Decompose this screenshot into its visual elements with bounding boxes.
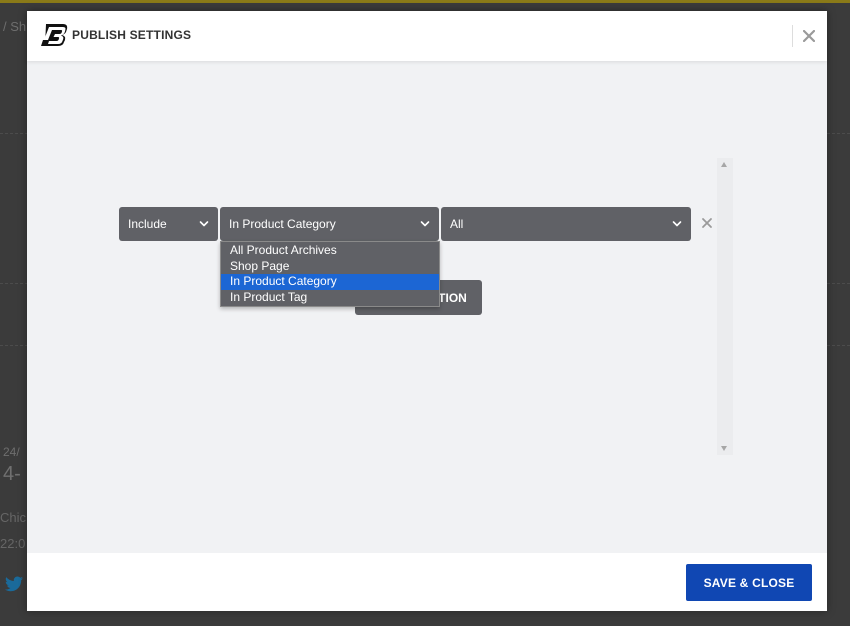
background-breadcrumb: / Sh (3, 19, 27, 34)
condition-type-dropdown: All Product Archives Shop Page In Produc… (220, 241, 440, 307)
modal-body: Include In Product Category All ADD COND… (27, 61, 827, 553)
close-button[interactable] (796, 23, 822, 49)
background-title: 4- (3, 463, 21, 485)
b-logo-icon (41, 24, 68, 46)
dropdown-option[interactable]: In Product Tag (221, 290, 439, 306)
modal-header: PUBLISH SETTINGS (27, 11, 827, 61)
dropdown-option-selected[interactable]: In Product Category (221, 274, 439, 290)
condition-type-select[interactable]: In Product Category (220, 207, 439, 241)
dropdown-option[interactable]: Shop Page (221, 259, 439, 275)
scroll-down-arrow-icon[interactable] (721, 446, 727, 451)
publish-settings-modal: PUBLISH SETTINGS Include In Product Cate… (27, 11, 827, 611)
header-divider (792, 25, 793, 47)
chevron-down-icon (199, 221, 209, 227)
scrollbar[interactable] (717, 158, 733, 455)
modal-footer: SAVE & CLOSE (27, 553, 827, 611)
remove-condition-icon[interactable] (701, 217, 713, 229)
background-snippet: 22:0 (0, 536, 26, 551)
twitter-icon (5, 576, 23, 592)
dropdown-option[interactable]: All Product Archives (221, 243, 439, 259)
include-select[interactable]: Include (119, 207, 218, 241)
close-icon (803, 30, 815, 42)
condition-type-value: In Product Category (229, 217, 336, 231)
chevron-down-icon (672, 221, 682, 227)
save-and-close-button[interactable]: SAVE & CLOSE (686, 564, 812, 601)
scroll-up-arrow-icon[interactable] (721, 162, 727, 167)
chevron-down-icon (420, 221, 430, 227)
include-select-value: Include (128, 217, 167, 231)
background-top-bar (0, 0, 850, 3)
condition-value-select[interactable]: All (441, 207, 691, 241)
background-snippet: Chic (0, 510, 27, 525)
background-date: 24/ (3, 445, 20, 459)
modal-title: PUBLISH SETTINGS (72, 28, 192, 42)
condition-value-value: All (450, 217, 464, 231)
